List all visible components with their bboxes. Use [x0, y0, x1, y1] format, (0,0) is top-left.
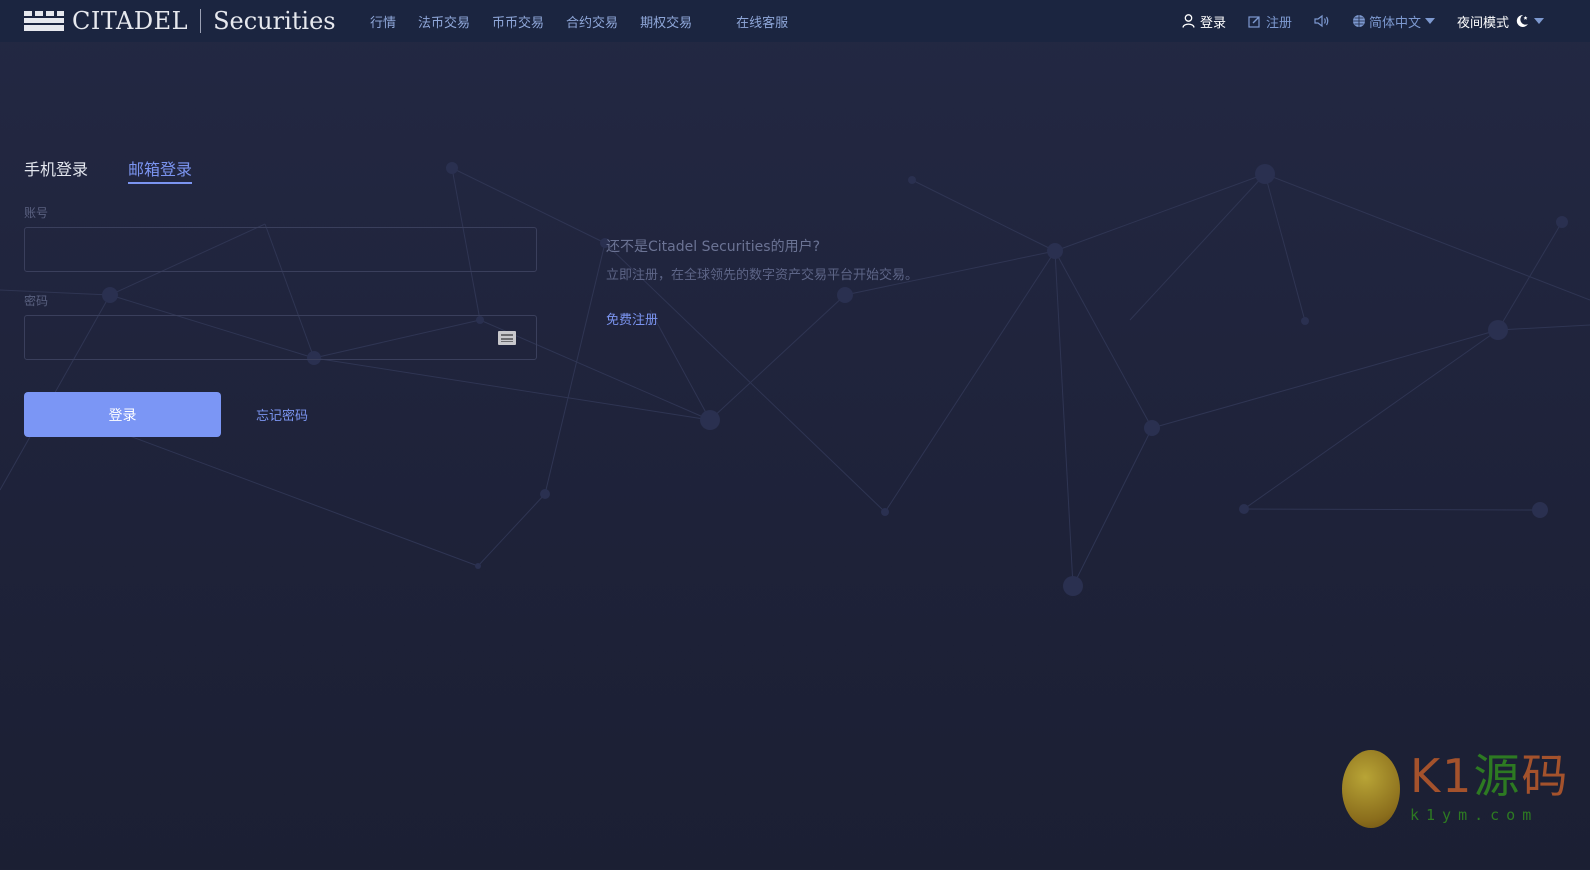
tab-email-login[interactable]: 邮箱登录 [128, 150, 193, 184]
watermark-logo-icon [1342, 750, 1400, 828]
login-tabs: 手机登录 邮箱登录 [24, 150, 537, 184]
moon-icon [1516, 14, 1528, 27]
nav-coin-trading[interactable]: 币币交易 [492, 12, 544, 31]
login-link-label: 登录 [1199, 15, 1226, 31]
watermark-title-c: 码 [1521, 749, 1570, 803]
top-navigation-bar: CITADEL Securities 行情 法币交易 币币交易 合约交易 期权交… [0, 0, 1590, 42]
forgot-password-link[interactable]: 忘记密码 [256, 405, 308, 424]
nav-customer-service[interactable]: 在线客服 [736, 12, 788, 31]
chevron-down-icon [1424, 18, 1435, 24]
language-label: 简体中文 [1368, 15, 1421, 31]
nav-market[interactable]: 行情 [370, 12, 396, 31]
nav-fiat-trading[interactable]: 法币交易 [418, 12, 470, 31]
logo-sub: Securities [213, 7, 336, 35]
logo-brand: CITADEL [72, 7, 189, 35]
speaker-icon [1314, 14, 1329, 28]
globe-icon [1352, 15, 1365, 27]
nav-options-trading[interactable]: 期权交易 [640, 12, 692, 31]
free-register-link[interactable]: 免费注册 [606, 309, 658, 328]
chevron-down-icon [1534, 18, 1544, 24]
header-actions: 登录 注册 简体中文 夜间模式 [1160, 0, 1544, 42]
citadel-logo-icon [24, 11, 64, 31]
login-submit-button[interactable]: 登录 [24, 392, 221, 437]
login-link[interactable]: 登录 [1182, 12, 1226, 31]
main-nav: 行情 法币交易 币币交易 合约交易 期权交易 在线客服 [370, 0, 810, 42]
register-link[interactable]: 注册 [1248, 12, 1292, 31]
watermark-title: K1源码 [1410, 750, 1569, 802]
night-mode-toggle[interactable]: 夜间模式 [1457, 12, 1544, 31]
form-actions: 登录 忘记密码 [24, 392, 537, 437]
register-promo: 还不是Citadel Securities的用户? 立即注册，在全球领先的数字资… [606, 236, 918, 328]
tab-phone-login[interactable]: 手机登录 [24, 150, 88, 184]
watermark-title-a: K1 [1410, 749, 1474, 803]
watermark-title-b: 源 [1473, 749, 1522, 803]
night-mode-label: 夜间模式 [1456, 15, 1509, 31]
edit-icon [1248, 15, 1260, 28]
watermark-url: k1ym.com [1410, 806, 1539, 824]
password-input[interactable] [25, 316, 536, 359]
keyboard-icon[interactable] [498, 331, 516, 345]
sound-toggle[interactable] [1314, 14, 1330, 28]
promo-description: 立即注册，在全球领先的数字资产交易平台开始交易。 [606, 268, 919, 283]
language-selector[interactable]: 简体中文 [1352, 12, 1435, 31]
account-label: 账号 [24, 206, 49, 220]
login-form: 手机登录 邮箱登录 账号 密码 登录 忘记密码 [24, 150, 537, 437]
nav-contract-trading[interactable]: 合约交易 [566, 12, 618, 31]
logo-divider [200, 9, 202, 33]
password-label: 密码 [24, 294, 49, 308]
logo[interactable]: CITADEL Securities [24, 6, 336, 36]
password-field[interactable] [24, 315, 537, 360]
user-icon [1182, 14, 1195, 28]
watermark: K1源码 k1ym.com [1342, 748, 1590, 833]
promo-question: 还不是Citadel Securities的用户? [606, 239, 821, 255]
account-input[interactable] [25, 228, 536, 271]
register-link-label: 注册 [1265, 15, 1292, 31]
account-field[interactable] [24, 227, 537, 272]
